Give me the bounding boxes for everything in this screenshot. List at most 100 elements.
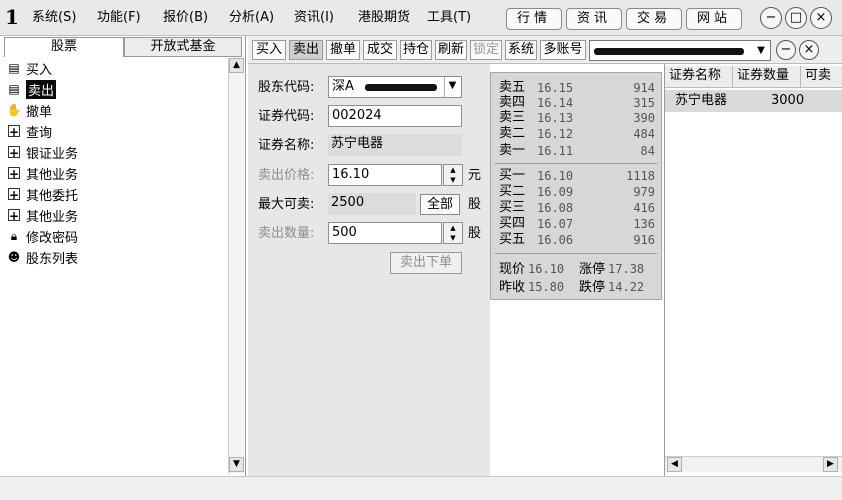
level-label: 买一 <box>499 168 526 183</box>
buy-icon: ▤ <box>8 61 20 75</box>
tree-item-bank-securities[interactable]: + 银证业务 <box>6 142 206 162</box>
level-volume: 979 <box>633 185 655 199</box>
menu-system[interactable]: 系统(S) <box>32 10 76 26</box>
level-price: 16.10 <box>537 169 574 183</box>
tab-stocks[interactable]: 股票 <box>4 37 124 57</box>
vertical-scrollbar[interactable]: ▲ ▼ <box>228 58 244 474</box>
stepper-down-icon[interactable]: ▼ <box>444 233 462 243</box>
limit-up: 涨停 17.38 <box>579 261 644 278</box>
scroll-down-icon[interactable]: ▼ <box>229 457 244 472</box>
expand-icon[interactable]: + <box>8 188 20 202</box>
max-sell-value: 2500 <box>328 193 416 215</box>
menu-quote[interactable]: 报价(B) <box>163 10 208 26</box>
expand-icon[interactable]: + <box>8 167 20 181</box>
level-label: 卖四 <box>499 95 526 110</box>
stepper-up-icon[interactable]: ▲ <box>444 223 462 233</box>
tree-item-label: 其他委托 <box>26 188 79 204</box>
table-row[interactable]: 苏宁电器 3000 <box>665 90 842 112</box>
all-button[interactable]: 全部 <box>420 194 460 215</box>
level-volume: 916 <box>633 233 655 247</box>
horizontal-scrollbar[interactable]: ◀ ▶ <box>665 456 842 472</box>
quantity-stepper[interactable]: ▲ ▼ <box>443 222 463 244</box>
buy-level-row: 买一 16.10 1118 <box>499 168 659 184</box>
deals-button[interactable]: 成交 <box>363 40 397 60</box>
level-price: 16.08 <box>537 201 574 215</box>
price-input[interactable]: 16.10 <box>328 164 442 186</box>
level-volume: 484 <box>633 127 655 141</box>
current-price-label: 现价 <box>499 262 526 277</box>
account-select[interactable]: ▼ <box>589 40 771 61</box>
tree-item-label: 撤单 <box>26 104 53 120</box>
tab-news[interactable]: 资讯 <box>566 8 622 30</box>
scroll-up-icon[interactable]: ▲ <box>229 58 244 73</box>
column-header-quantity[interactable]: 证券数量 <box>733 66 801 87</box>
menu-function[interactable]: 功能(F) <box>97 10 141 26</box>
holdings-table: 证券名称 证券数量 可卖 苏宁电器 3000 ◀ ▶ <box>664 64 842 476</box>
column-header-sellable[interactable]: 可卖 <box>801 66 842 87</box>
quote-divider <box>495 163 657 164</box>
quantity-input[interactable]: 500 <box>328 222 442 244</box>
level-price: 16.14 <box>537 96 574 110</box>
menu-analysis[interactable]: 分析(A) <box>229 10 274 26</box>
multi-account-button[interactable]: 多账号 <box>540 40 586 60</box>
expand-icon[interactable]: + <box>8 125 20 139</box>
buy-button[interactable]: 买入 <box>252 40 286 60</box>
level-label: 买二 <box>499 184 526 199</box>
panel-minimize-icon[interactable]: − <box>776 40 796 60</box>
tree-item-other-business-2[interactable]: + 其他业务 <box>6 205 206 225</box>
tab-open-funds[interactable]: 开放式基金 <box>124 37 242 57</box>
cancel-order-button[interactable]: 撤单 <box>326 40 360 60</box>
tree-item-other-orders[interactable]: + 其他委托 <box>6 184 206 204</box>
sell-order-button[interactable]: 卖出下单 <box>390 252 462 274</box>
tab-market[interactable]: 行情 <box>506 8 562 30</box>
function-tree: ▤ 买入 ▤ 卖出 ✋ 撤单 + 查询 + 银证业务 + 其他业务 + 其他委托… <box>2 58 226 474</box>
lock-button[interactable]: 锁定 <box>470 40 502 60</box>
tree-item-shareholder-list[interactable]: ☻ 股东列表 <box>6 247 206 267</box>
expand-icon[interactable]: + <box>8 146 20 160</box>
refresh-button[interactable]: 刷新 <box>435 40 467 60</box>
holding-name: 苏宁电器 <box>675 93 728 108</box>
positions-button[interactable]: 持仓 <box>400 40 432 60</box>
expand-icon[interactable]: + <box>8 209 20 223</box>
sell-button[interactable]: 卖出 <box>289 40 323 60</box>
tree-item-other-business[interactable]: + 其他业务 <box>6 163 206 183</box>
limit-up-label: 涨停 <box>579 262 606 277</box>
stepper-up-icon[interactable]: ▲ <box>444 165 462 175</box>
sell-level-row: 卖二 16.12 484 <box>499 126 659 142</box>
price-unit: 元 <box>468 168 482 183</box>
tab-website[interactable]: 网站 <box>686 8 742 30</box>
code-input[interactable]: 002024 <box>328 105 462 127</box>
tree-item-query[interactable]: + 查询 <box>6 121 206 141</box>
tree-item-change-password[interactable]: 🔒︎ 修改密码 <box>6 226 206 246</box>
tree-item-buy[interactable]: ▤ 买入 <box>6 58 206 78</box>
menu-info[interactable]: 资讯(I) <box>294 10 334 26</box>
level-volume: 136 <box>633 217 655 231</box>
tree-item-label: 股东列表 <box>26 251 79 267</box>
tree-item-sell[interactable]: ▤ 卖出 <box>6 79 206 99</box>
minimize-icon[interactable]: − <box>760 7 782 29</box>
maximize-icon[interactable]: □ <box>785 7 807 29</box>
level-price: 16.06 <box>537 233 574 247</box>
chevron-down-icon: ▼ <box>757 45 765 56</box>
shareholder-label: 股东代码: <box>258 80 315 95</box>
system-button[interactable]: 系统 <box>505 40 537 60</box>
level-price: 16.09 <box>537 185 574 199</box>
menu-tools[interactable]: 工具(T) <box>427 10 471 26</box>
price-stepper[interactable]: ▲ ▼ <box>443 164 463 186</box>
shareholder-select[interactable]: 深A ▼ <box>328 76 462 98</box>
scroll-right-icon[interactable]: ▶ <box>823 457 838 472</box>
redacted-account <box>594 48 744 55</box>
level-volume: 390 <box>633 111 655 125</box>
tree-item-label: 其他业务 <box>26 167 79 183</box>
stepper-down-icon[interactable]: ▼ <box>444 175 462 185</box>
panel-close-icon[interactable]: × <box>799 40 819 60</box>
left-panel: 股票 开放式基金 ▤ 买入 ▤ 卖出 ✋ 撤单 + 查询 + 银证业务 + 其他… <box>0 36 246 476</box>
tab-trade[interactable]: 交易 <box>626 8 682 30</box>
tree-item-cancel[interactable]: ✋ 撤单 <box>6 100 206 120</box>
column-header-name[interactable]: 证券名称 <box>665 66 733 87</box>
close-icon[interactable]: × <box>810 7 832 29</box>
trade-toolbar: 买入 卖出 撤单 成交 持仓 刷新 锁定 系统 多账号 ▼ − × <box>248 36 842 64</box>
menu-hk-futures[interactable]: 港股期货 <box>358 10 410 26</box>
level-price: 16.15 <box>537 81 574 95</box>
scroll-left-icon[interactable]: ◀ <box>667 457 682 472</box>
